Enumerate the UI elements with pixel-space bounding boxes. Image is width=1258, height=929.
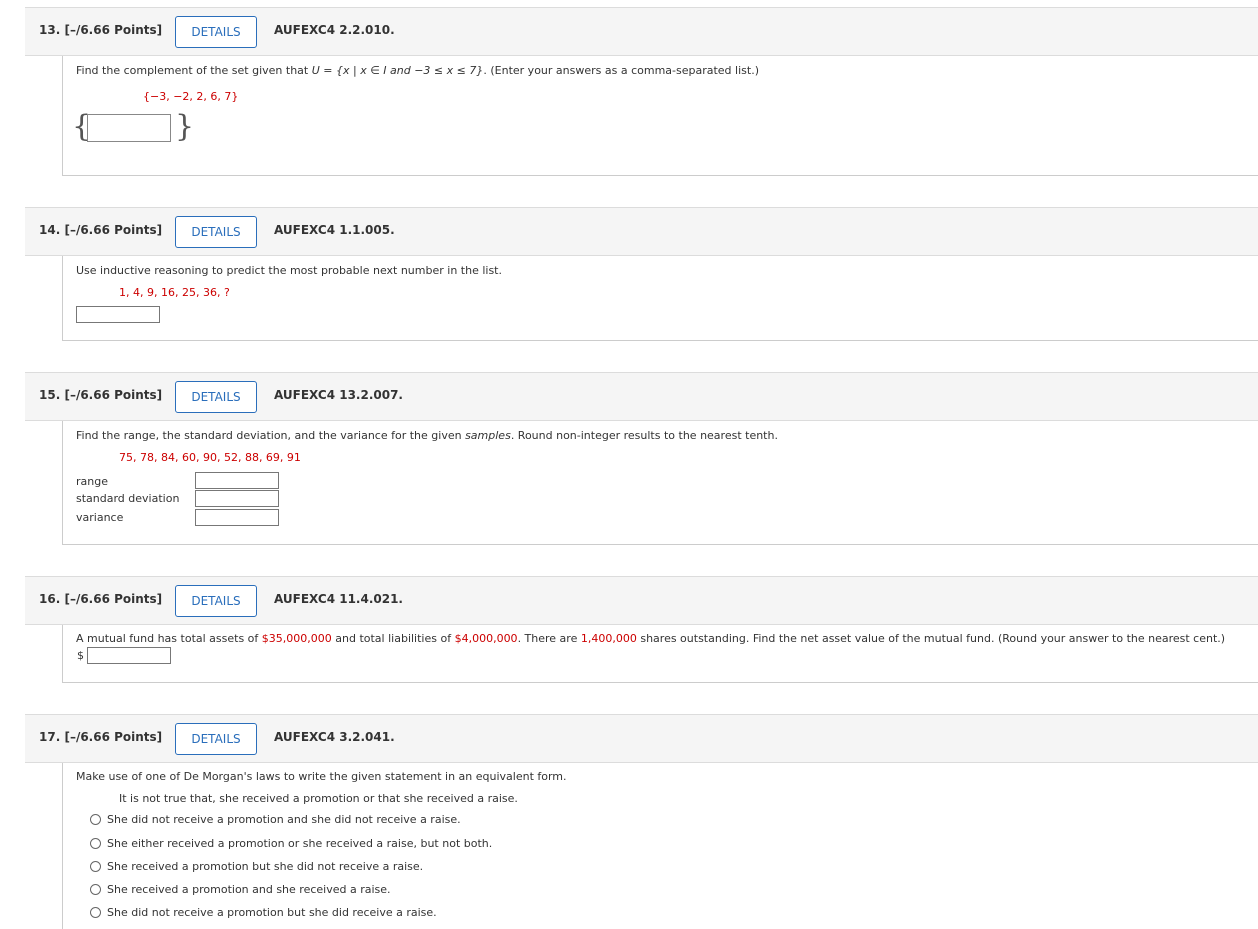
range-input[interactable] xyxy=(195,472,279,489)
option-label[interactable]: She received a promotion but she did not… xyxy=(107,860,423,873)
range-label: range xyxy=(76,475,108,488)
question-prompt: Find the complement of the set given tha… xyxy=(76,64,759,77)
question-15-header: 15. [–/6.66 Points] DETAILS AUFEXC4 13.2… xyxy=(25,372,1258,421)
question-17-header: 17. [–/6.66 Points] DETAILS AUFEXC4 3.2.… xyxy=(25,714,1258,763)
question-13-header: 13. [–/6.66 Points] DETAILS AUFEXC4 2.2.… xyxy=(25,7,1258,56)
question-14-header: 14. [–/6.66 Points] DETAILS AUFEXC4 1.1.… xyxy=(25,207,1258,256)
option-radio[interactable] xyxy=(90,861,101,872)
question-number: 16. [–/6.66 Points] xyxy=(39,592,163,606)
details-button[interactable]: DETAILS xyxy=(175,216,257,248)
details-button[interactable]: DETAILS xyxy=(175,381,257,413)
option-label[interactable]: She did not receive a promotion but she … xyxy=(107,906,437,919)
details-button[interactable]: DETAILS xyxy=(175,16,257,48)
question-number: 15. [–/6.66 Points] xyxy=(39,388,163,402)
question-prompt: Make use of one of De Morgan's laws to w… xyxy=(76,770,567,783)
net-asset-value-input[interactable] xyxy=(87,647,171,664)
question-code: AUFEXC4 3.2.041. xyxy=(274,730,395,744)
total-assets: $35,000,000 xyxy=(261,632,332,645)
question-number: 14. [–/6.66 Points] xyxy=(39,223,163,237)
question-15-body: Find the range, the standard deviation, … xyxy=(62,421,1258,545)
question-code: AUFEXC4 1.1.005. xyxy=(274,223,395,237)
sample-data: 75, 78, 84, 60, 90, 52, 88, 69, 91 xyxy=(119,451,301,464)
number-sequence: 1, 4, 9, 16, 25, 36, ? xyxy=(119,286,230,299)
question-17-body: Make use of one of De Morgan's laws to w… xyxy=(62,763,1258,929)
question-prompt: A mutual fund has total assets of $35,00… xyxy=(76,632,1226,645)
question-14-body: Use inductive reasoning to predict the m… xyxy=(62,256,1258,341)
close-brace: } xyxy=(175,109,195,144)
question-code: AUFEXC4 2.2.010. xyxy=(274,23,395,37)
option-radio[interactable] xyxy=(90,884,101,895)
shares-outstanding: 1,400,000 xyxy=(580,632,637,645)
question-13-body: Find the complement of the set given tha… xyxy=(62,56,1258,176)
question-code: AUFEXC4 11.4.021. xyxy=(274,592,403,606)
option-radio[interactable] xyxy=(90,907,101,918)
next-number-input[interactable] xyxy=(76,306,160,323)
question-prompt: Use inductive reasoning to predict the m… xyxy=(76,264,502,277)
option-label[interactable]: She received a promotion and she receive… xyxy=(107,883,391,896)
standard-deviation-label: standard deviation xyxy=(76,492,180,505)
question-number: 17. [–/6.66 Points] xyxy=(39,730,163,744)
question-prompt: Find the range, the standard deviation, … xyxy=(76,429,778,442)
option-label[interactable]: She either received a promotion or she r… xyxy=(107,837,492,850)
question-number: 13. [–/6.66 Points] xyxy=(39,23,163,37)
option-radio[interactable] xyxy=(90,814,101,825)
standard-deviation-input[interactable] xyxy=(195,490,279,507)
complement-answer-input[interactable] xyxy=(87,114,171,142)
variance-label: variance xyxy=(76,511,124,524)
question-16-body: A mutual fund has total assets of $35,00… xyxy=(62,625,1258,683)
given-statement: It is not true that, she received a prom… xyxy=(119,792,518,805)
given-set: {−3, −2, 2, 6, 7} xyxy=(143,90,239,103)
question-16-header: 16. [–/6.66 Points] DETAILS AUFEXC4 11.4… xyxy=(25,576,1258,625)
option-radio[interactable] xyxy=(90,838,101,849)
currency-symbol: $ xyxy=(77,649,84,662)
total-liabilities: $4,000,000 xyxy=(454,632,518,645)
variance-input[interactable] xyxy=(195,509,279,526)
details-button[interactable]: DETAILS xyxy=(175,723,257,755)
question-code: AUFEXC4 13.2.007. xyxy=(274,388,403,402)
option-label[interactable]: She did not receive a promotion and she … xyxy=(107,813,461,826)
details-button[interactable]: DETAILS xyxy=(175,585,257,617)
